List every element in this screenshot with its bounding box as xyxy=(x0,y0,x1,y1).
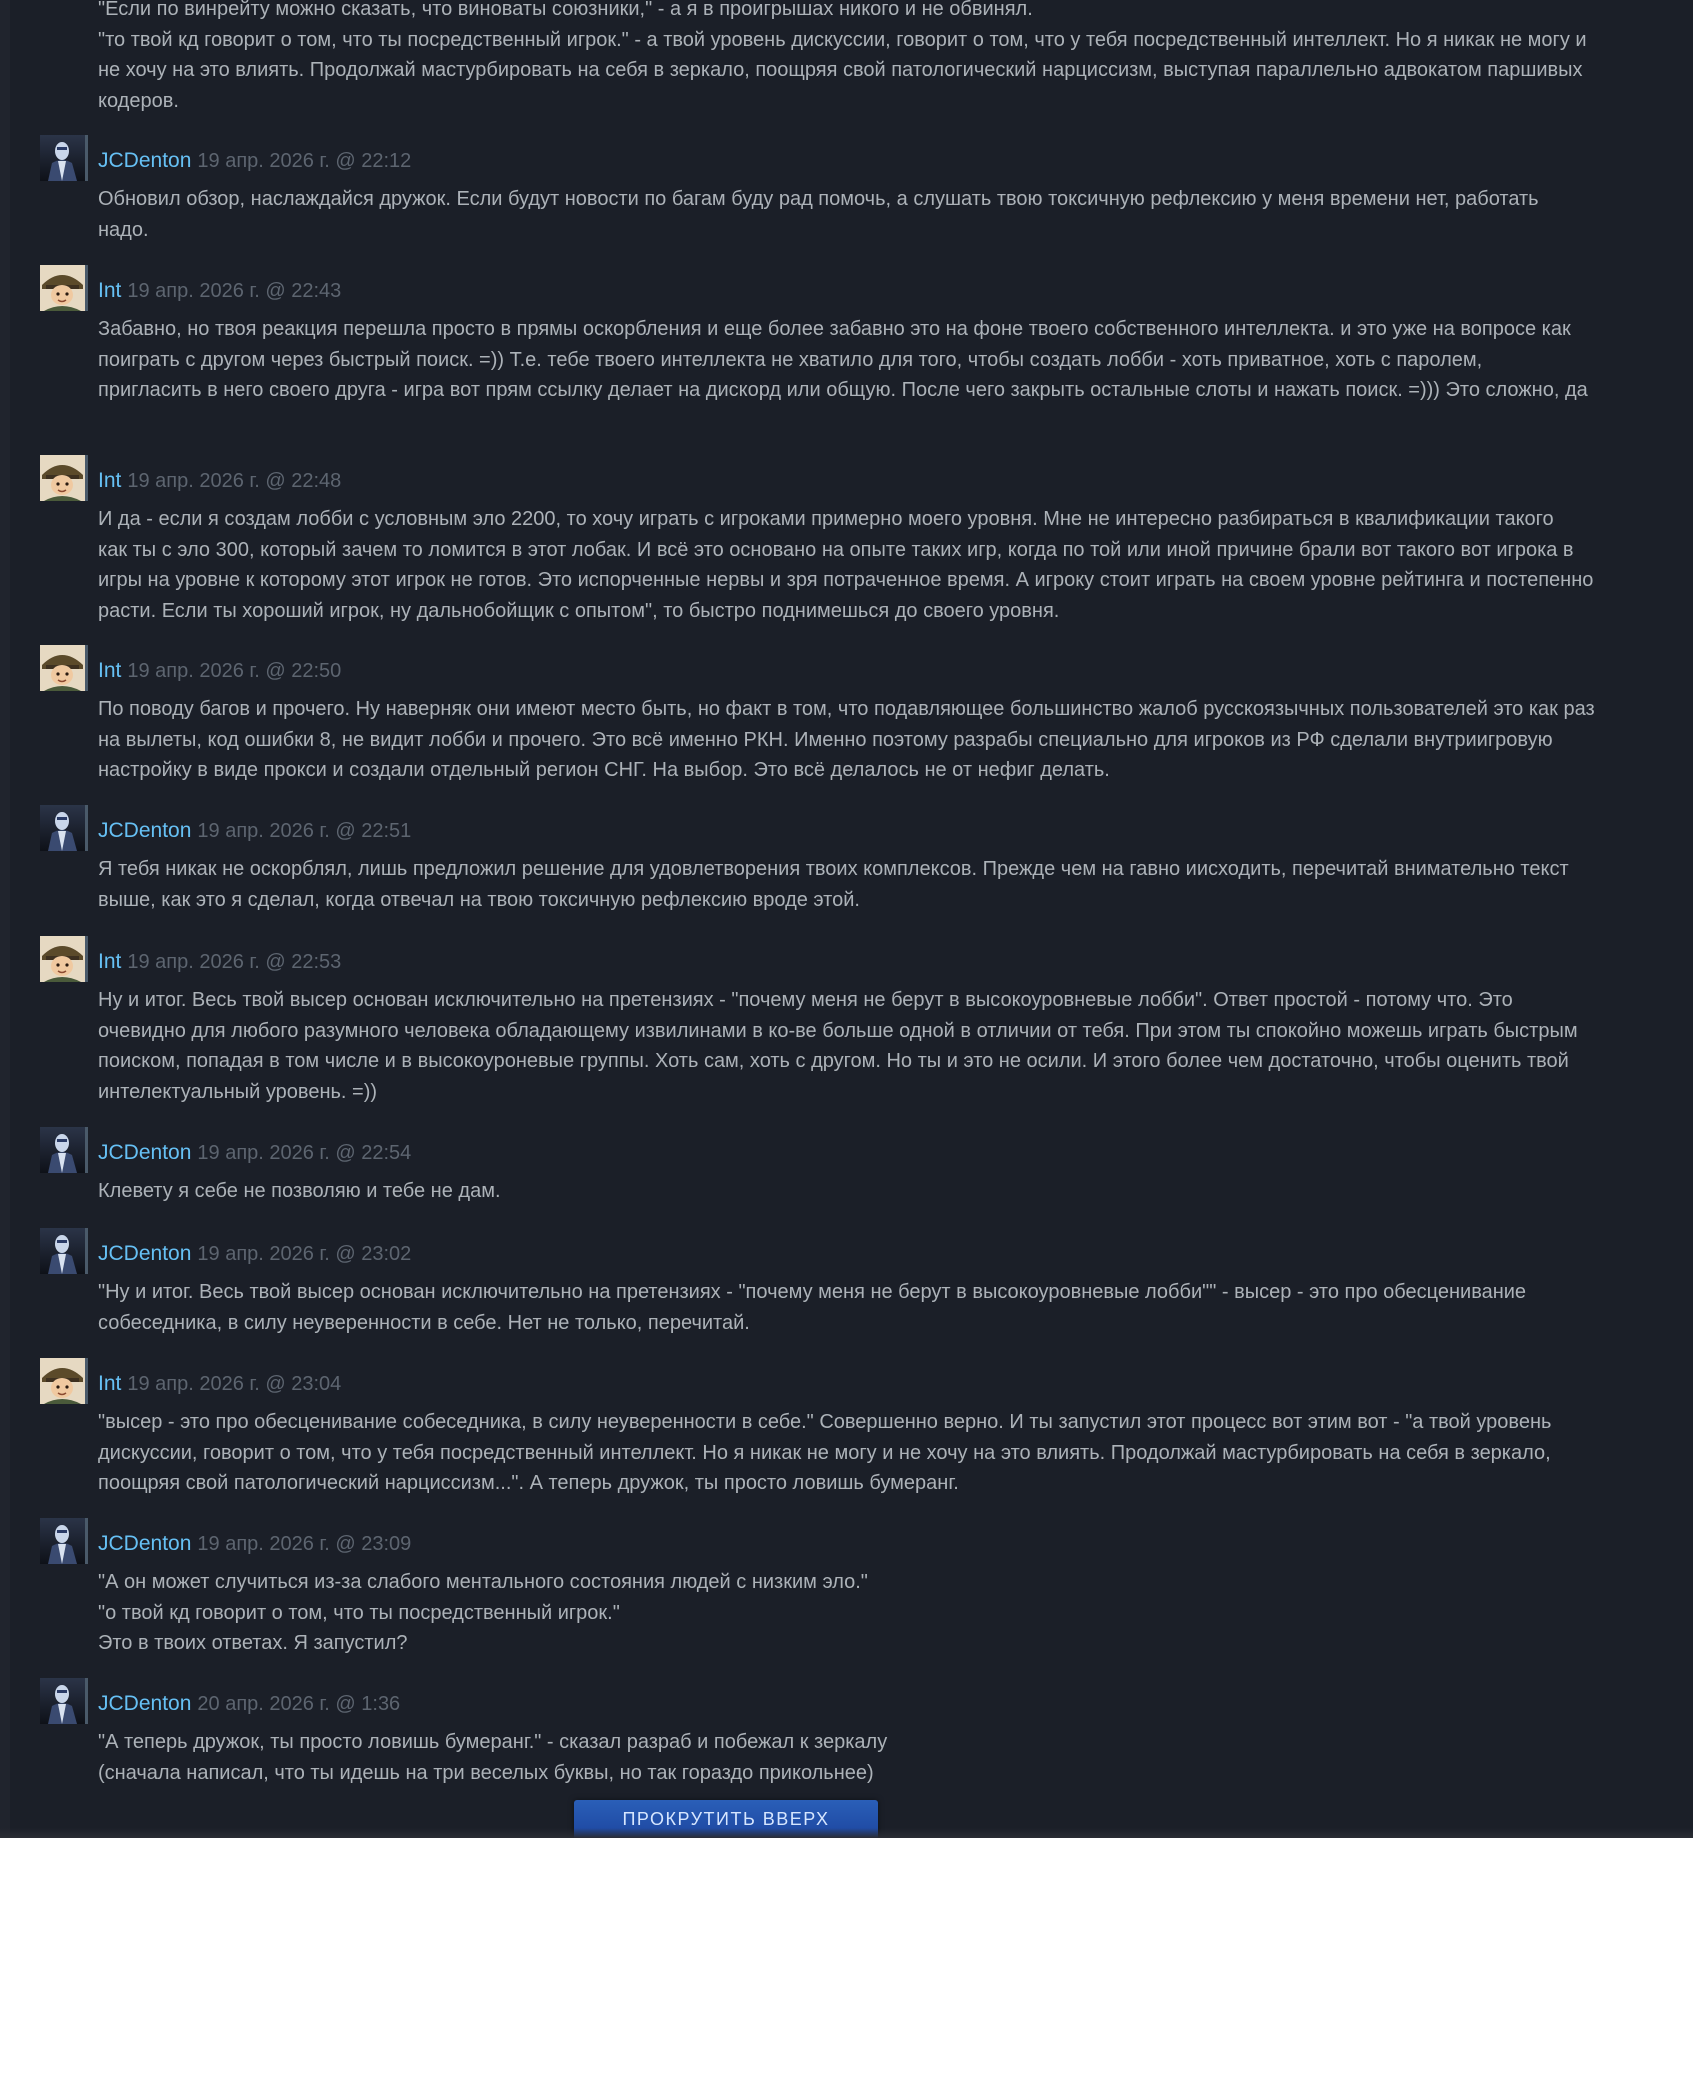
comment-timestamp: 19 апр. 2026 г. @ 22:50 xyxy=(127,660,342,682)
comment-text: "А теперь дружок, ты просто ловишь бумер… xyxy=(98,1727,1693,1788)
comment-text-line: настройку в виде прокси и создали отдель… xyxy=(98,759,1110,781)
comment-text-line: "А он может случиться из-за слабого мент… xyxy=(98,1571,868,1593)
comment-header: Int 19 апр. 2026 г. @ 22:50 xyxy=(98,659,341,683)
comment-text-line: Клевету я себе не позволяю и тебе не дам… xyxy=(98,1180,501,1202)
int-avatar-icon[interactable] xyxy=(40,936,88,982)
comment-text: "Ну и итог. Весь твой высер основан искл… xyxy=(98,1277,1693,1338)
comment-text-line: поиграть с другом через быстрый поиск. =… xyxy=(98,348,1483,371)
comment-timestamp: 19 апр. 2026 г. @ 22:12 xyxy=(197,150,412,172)
comment-timestamp: 19 апр. 2026 г. @ 23:04 xyxy=(127,1373,342,1395)
comment-text-line: Забавно, но твоя реакция перешла просто … xyxy=(98,318,1571,340)
comment-author-link[interactable]: JCDenton xyxy=(98,819,191,842)
comment-text-line: очевидно для любого разумного человека о… xyxy=(98,1019,1578,1042)
comment-header: JCDenton 19 апр. 2026 г. @ 23:09 xyxy=(98,1532,411,1556)
comment-text-line: дискуссии, говорит о том, что у тебя пос… xyxy=(98,1441,1551,1464)
comment-text: Обновил обзор, наслаждайся дружок. Если … xyxy=(98,184,1693,245)
comment-text: Я тебя никак не оскорблял, лишь предложи… xyxy=(98,854,1693,915)
comment-author-link[interactable]: Int xyxy=(98,469,121,492)
comment-text: И да - если я создам лобби с условным эл… xyxy=(98,504,1693,626)
comment-header: JCDenton 20 апр. 2026 г. @ 1:36 xyxy=(98,1692,400,1716)
comment-text-line: на вылеты, код ошибки 8, не видит лобби … xyxy=(98,728,1553,751)
comment-text-line: (сначала написал, что ты идешь на три ве… xyxy=(98,1761,874,1784)
jcdenton-avatar-icon[interactable] xyxy=(40,135,88,181)
comment-text-line: "то твой кд говорит о том, что ты посред… xyxy=(98,28,1587,51)
comment-timestamp: 19 апр. 2026 г. @ 23:09 xyxy=(197,1533,412,1555)
comment-author-link[interactable]: JCDenton xyxy=(98,149,191,172)
jcdenton-avatar-icon[interactable] xyxy=(40,1228,88,1274)
comment-text: "А он может случиться из-за слабого мент… xyxy=(98,1567,1693,1659)
comment-text-line: как ты с эло 300, который зачем то ломит… xyxy=(98,538,1574,561)
scroll-to-top-button[interactable]: ПРОКРУТИТЬ ВВЕРХ xyxy=(574,1800,878,1838)
jcdenton-avatar-icon[interactable] xyxy=(40,1518,88,1564)
comment-header: JCDenton 19 апр. 2026 г. @ 23:02 xyxy=(98,1242,411,1266)
comment-text-line: Ну и итог. Весь твой высер основан исклю… xyxy=(98,989,1513,1011)
comment-header: Int 19 апр. 2026 г. @ 23:04 xyxy=(98,1372,341,1396)
jcdenton-avatar-icon[interactable] xyxy=(40,1127,88,1173)
comment-header: JCDenton 19 апр. 2026 г. @ 22:12 xyxy=(98,149,411,173)
quoted-previous-comment: "Если по винрейту можно сказать, что вин… xyxy=(98,0,1678,116)
int-avatar-icon[interactable] xyxy=(40,455,88,501)
comment-header: JCDenton 19 апр. 2026 г. @ 22:51 xyxy=(98,819,411,843)
comment-text-line: игры на уровне к которому этот игрок не … xyxy=(98,569,1594,591)
comment-text-line: И да - если я создам лобби с условным эл… xyxy=(98,508,1554,530)
comment-text-line: пригласить в него своего друга - игра во… xyxy=(98,379,1588,401)
comment-text-line: "о твой кд говорит о том, что ты посредс… xyxy=(98,1601,620,1624)
comment-header: Int 19 апр. 2026 г. @ 22:48 xyxy=(98,469,341,493)
comment-text: Ну и итог. Весь твой высер основан исклю… xyxy=(98,985,1693,1107)
comment-text-line: выше, как это я сделал, когда отвечал на… xyxy=(98,888,860,911)
comment-text-line: Я тебя никак не оскорблял, лишь предложи… xyxy=(98,858,1569,880)
comment-timestamp: 19 апр. 2026 г. @ 22:53 xyxy=(127,951,342,973)
comment-text-line: кодеров. xyxy=(98,89,179,112)
comment-text-line: интелектуальный уровень. =)) xyxy=(98,1080,378,1103)
int-avatar-icon[interactable] xyxy=(40,265,88,311)
comment-text-line: "высер - это про обесценивание собеседни… xyxy=(98,1411,1552,1433)
comment-author-link[interactable]: JCDenton xyxy=(98,1532,191,1555)
comment-header: Int 19 апр. 2026 г. @ 22:53 xyxy=(98,950,341,974)
jcdenton-avatar-icon[interactable] xyxy=(40,805,88,851)
comment-text-line: Это в твоих ответах. Я запустил? xyxy=(98,1632,408,1654)
comment-text: Забавно, но твоя реакция перешла просто … xyxy=(98,314,1693,406)
comment-author-link[interactable]: JCDenton xyxy=(98,1692,191,1715)
comment-timestamp: 19 апр. 2026 г. @ 23:02 xyxy=(197,1243,412,1265)
comment-timestamp: 19 апр. 2026 г. @ 22:43 xyxy=(127,280,342,302)
int-avatar-icon[interactable] xyxy=(40,645,88,691)
comment-text-line: "А теперь дружок, ты просто ловишь бумер… xyxy=(98,1731,888,1753)
comment-text-line: Обновил обзор, наслаждайся дружок. Если … xyxy=(98,188,1539,210)
comment-text: По поводу багов и прочего. Ну наверняк о… xyxy=(98,694,1693,786)
comment-text-line: поощряя свой патологический нарциссизм..… xyxy=(98,1472,959,1494)
jcdenton-avatar-icon[interactable] xyxy=(40,1678,88,1724)
comment-header: Int 19 апр. 2026 г. @ 22:43 xyxy=(98,279,341,303)
comment-text-line: поиском, попадая в том числе и в высокоу… xyxy=(98,1050,1569,1072)
comment-author-link[interactable]: Int xyxy=(98,279,121,302)
comment-author-link[interactable]: JCDenton xyxy=(98,1242,191,1265)
comment-author-link[interactable]: Int xyxy=(98,659,121,682)
comment-text-line: расти. Если ты хороший игрок, ну дальноб… xyxy=(98,599,1060,622)
comment-text: Клевету я себе не позволяю и тебе не дам… xyxy=(98,1176,1693,1207)
comment-text-line: По поводу багов и прочего. Ну наверняк о… xyxy=(98,698,1595,720)
comment-timestamp: 19 апр. 2026 г. @ 22:54 xyxy=(197,1142,412,1164)
comment-text-line: "Если по винрейту можно сказать, что вин… xyxy=(98,0,1033,20)
int-avatar-icon[interactable] xyxy=(40,1358,88,1404)
comments-panel: "Если по винрейту можно сказать, что вин… xyxy=(0,0,1693,1838)
comment-text-line: "Ну и итог. Весь твой высер основан искл… xyxy=(98,1281,1527,1303)
comment-text-line: надо. xyxy=(98,218,149,241)
comment-author-link[interactable]: JCDenton xyxy=(98,1141,191,1164)
comment-timestamp: 19 апр. 2026 г. @ 22:48 xyxy=(127,470,342,492)
comment-text: "высер - это про обесценивание собеседни… xyxy=(98,1407,1693,1499)
comment-header: JCDenton 19 апр. 2026 г. @ 22:54 xyxy=(98,1141,411,1165)
comment-author-link[interactable]: Int xyxy=(98,1372,121,1395)
comment-timestamp: 19 апр. 2026 г. @ 22:51 xyxy=(197,820,412,842)
comment-text-line: не хочу на это влиять. Продолжай мастурб… xyxy=(98,59,1583,81)
comment-timestamp: 20 апр. 2026 г. @ 1:36 xyxy=(197,1693,401,1715)
comment-author-link[interactable]: Int xyxy=(98,950,121,973)
comment-text-line: собеседника, в силу неуверенности в себе… xyxy=(98,1311,750,1334)
